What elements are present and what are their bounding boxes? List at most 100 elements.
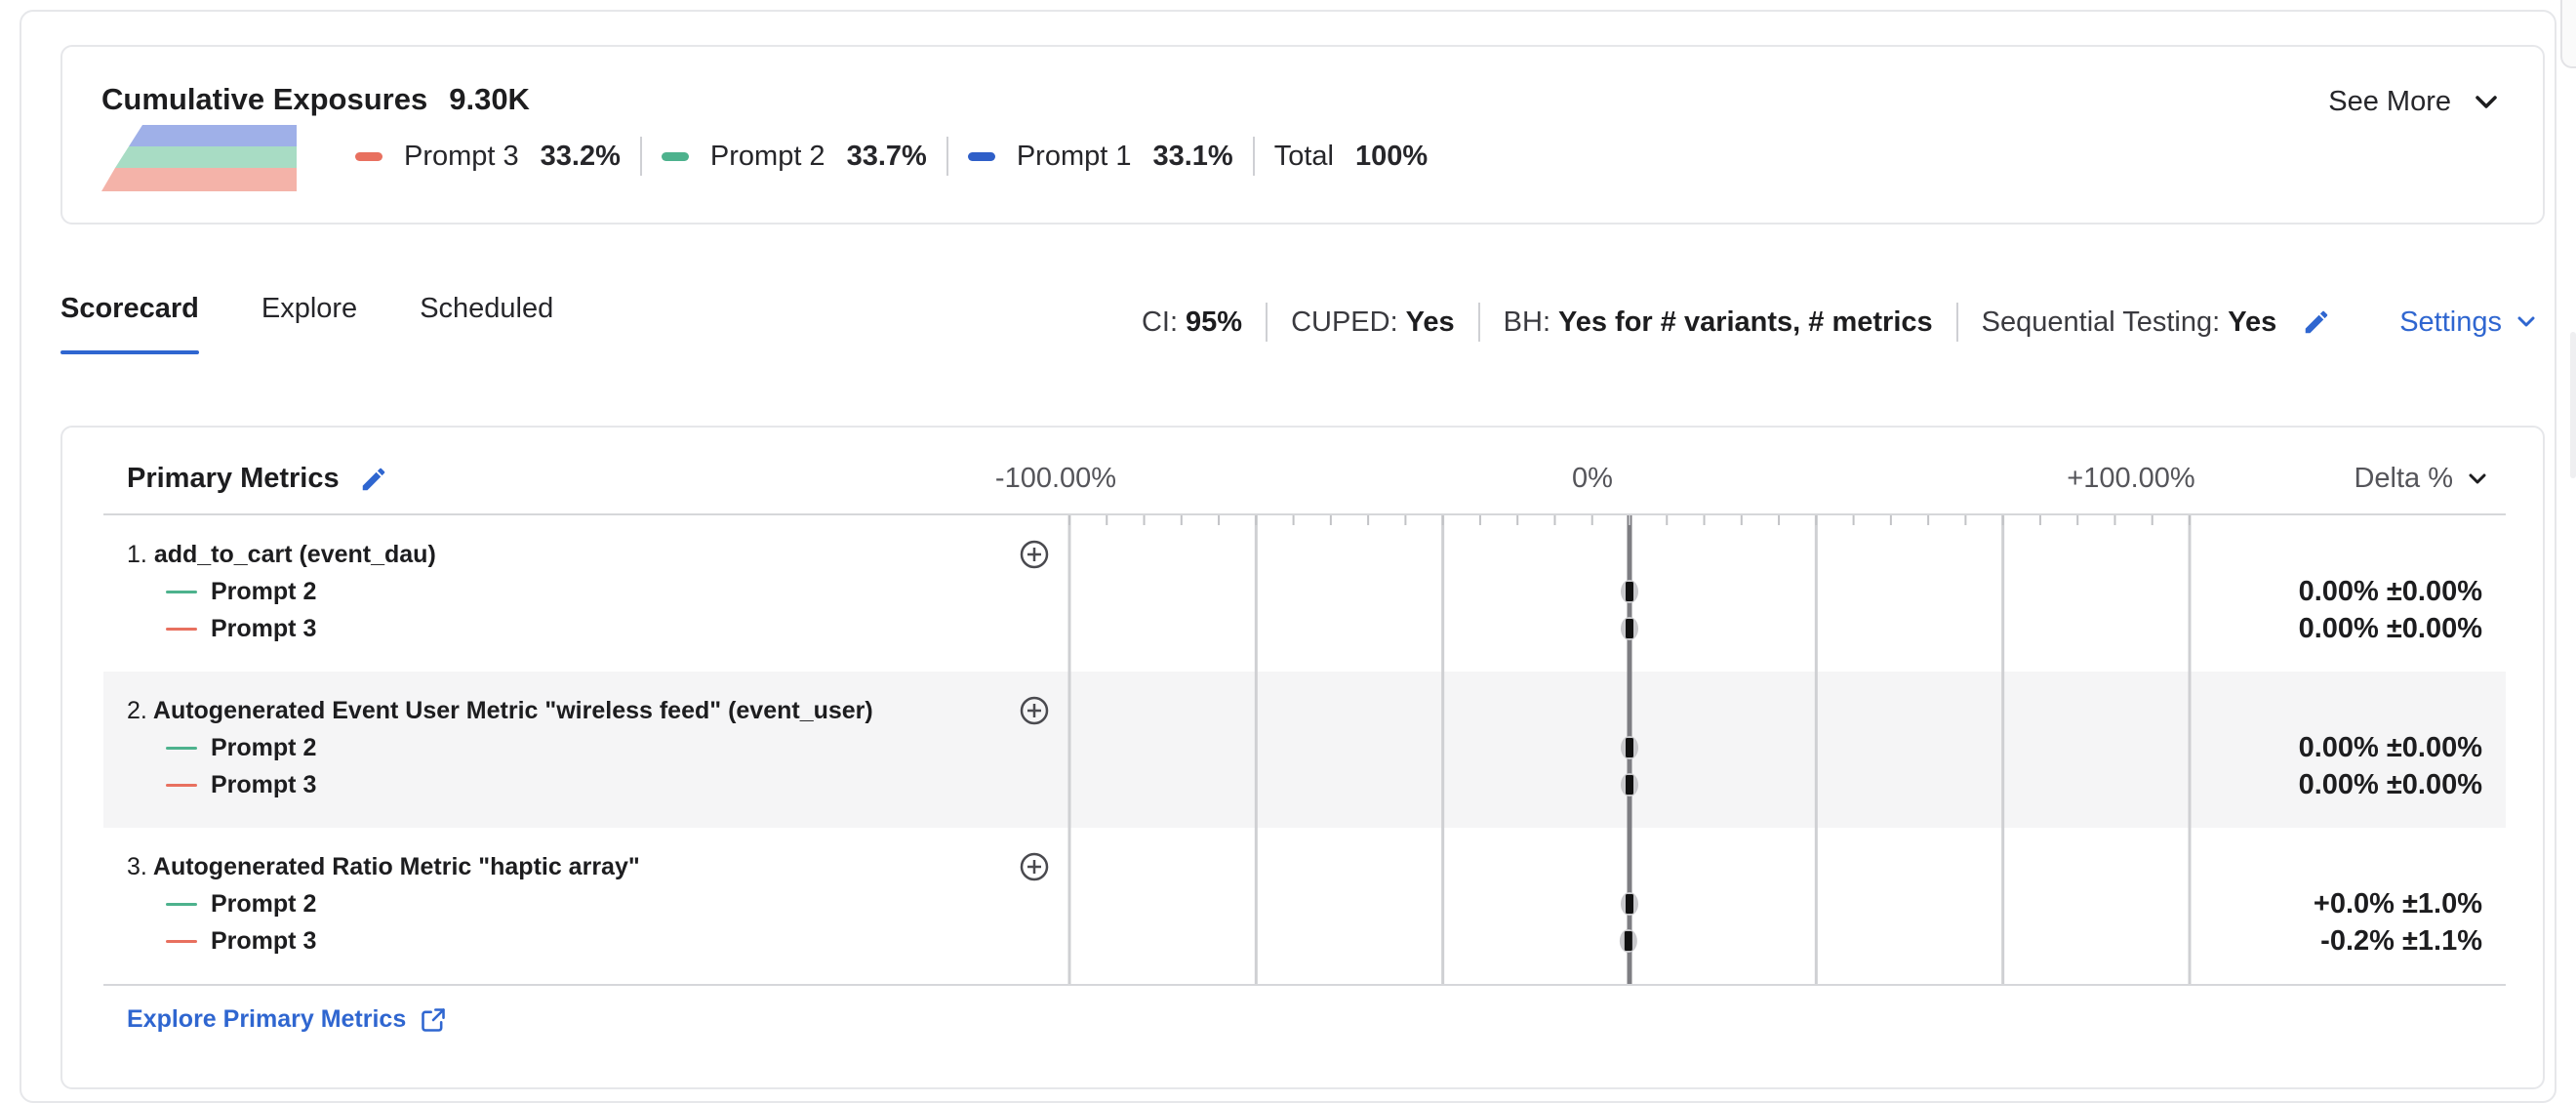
variant-color-line — [166, 784, 197, 787]
settings-dropdown[interactable]: Settings — [2399, 306, 2535, 339]
metric-number: 2. — [127, 697, 147, 724]
legend-value: 33.1% — [1152, 140, 1233, 172]
legend-value: 33.7% — [846, 140, 927, 172]
legend-item-prompt-2: Prompt 2 33.7% — [639, 137, 946, 176]
legend-label: Prompt 2 — [709, 140, 825, 172]
legend-item-total: Total 100% — [1252, 137, 1447, 176]
legend-swatch — [661, 151, 689, 161]
variant-label: Prompt 2 — [211, 890, 317, 918]
bh-setting: BH: Yes for # variants, # metrics — [1477, 303, 1956, 342]
metric-row: 1. add_to_cart (event_dau) Prompt 2 Prom… — [103, 515, 2506, 672]
metric-name-label: Autogenerated Ratio Metric "haptic array… — [152, 853, 640, 880]
variant-color-line — [166, 903, 197, 906]
axis-label-min: -100.00% — [994, 463, 1117, 494]
add-circle-icon[interactable] — [1019, 695, 1050, 726]
variant-prompt-2: Prompt 2 — [166, 734, 316, 762]
tab-scheduled[interactable]: Scheduled — [420, 293, 553, 348]
delta-header-label: Delta % — [2354, 463, 2453, 494]
metric-name-label: add_to_cart (event_dau) — [153, 541, 436, 568]
metric-row: 2. Autogenerated Event User Metric "wire… — [103, 672, 2506, 828]
results-tabs: Scorecard Explore Scheduled — [60, 293, 616, 354]
cuped-label: CUPED: — [1291, 306, 1398, 338]
delta-value: +0.0% ±1.0% — [2313, 888, 2482, 919]
metric-name[interactable]: 3. Autogenerated Ratio Metric "haptic ar… — [127, 853, 640, 881]
tab-explore[interactable]: Explore — [262, 293, 357, 348]
legend-value: 33.2% — [540, 140, 621, 172]
see-more-button[interactable]: See More — [2328, 86, 2498, 118]
area-prompt-1 — [129, 125, 297, 146]
delta-value: 0.00% ±0.00% — [2298, 769, 2482, 800]
area-prompt-3 — [101, 168, 297, 191]
variant-color-line — [166, 747, 197, 750]
cuped-setting: CUPED: Yes — [1266, 303, 1478, 342]
delta-value: 0.00% ±0.00% — [2298, 732, 2482, 763]
primary-metrics-label: Primary Metrics — [127, 463, 340, 494]
legend-value: 100% — [1354, 140, 1429, 172]
external-link-icon — [422, 1007, 446, 1032]
variant-label: Prompt 2 — [211, 578, 317, 605]
variant-label: Prompt 3 — [211, 771, 317, 798]
delta-column-dropdown[interactable]: Delta % — [2354, 463, 2486, 495]
variant-prompt-2: Prompt 2 — [166, 578, 316, 606]
ci-value: 95% — [1186, 306, 1243, 338]
variant-color-line — [166, 628, 197, 631]
metric-row: 3. Autogenerated Ratio Metric "haptic ar… — [103, 828, 2506, 984]
metrics-header: Primary Metrics -100.00% 0% +100.00% Del… — [62, 428, 2543, 515]
primary-metrics-title: Primary Metrics — [127, 463, 388, 495]
sequential-testing-setting: Sequential Testing: Yes — [1955, 303, 2355, 342]
legend-label: Prompt 3 — [404, 140, 519, 172]
legend-label: Total — [1273, 140, 1334, 172]
metric-number: 3. — [127, 853, 147, 880]
exposures-total: 9.30K — [449, 82, 530, 116]
variant-color-line — [166, 591, 197, 593]
legend-item-prompt-1: Prompt 1 33.1% — [946, 137, 1253, 176]
pencil-icon — [2305, 310, 2328, 334]
sequential-testing-value: Yes — [2228, 306, 2277, 338]
variant-label: Prompt 3 — [211, 615, 317, 642]
side-panel-edge — [2560, 0, 2576, 68]
delta-value: -0.2% ±1.1% — [2320, 925, 2482, 957]
pencil-icon[interactable] — [359, 465, 388, 494]
exposures-title: Cumulative Exposures — [101, 82, 428, 116]
legend-label: Prompt 1 — [1016, 140, 1132, 172]
variant-label: Prompt 3 — [211, 927, 317, 955]
metric-name[interactable]: 1. add_to_cart (event_dau) — [127, 541, 436, 569]
edit-settings-button[interactable] — [2302, 307, 2331, 337]
settings-label: Settings — [2399, 306, 2502, 338]
variant-prompt-3: Prompt 3 — [166, 771, 316, 799]
primary-metrics-card: Primary Metrics -100.00% 0% +100.00% Del… — [60, 426, 2545, 1089]
scrollbar[interactable] — [2570, 332, 2576, 478]
delta-value: 0.00% ±0.00% — [2298, 576, 2482, 607]
delta-value: 0.00% ±0.00% — [2298, 613, 2482, 644]
add-circle-icon[interactable] — [1019, 539, 1050, 570]
variant-color-line — [166, 940, 197, 943]
variant-label: Prompt 2 — [211, 734, 317, 761]
see-more-label: See More — [2328, 86, 2451, 117]
analysis-settings-bar: CI: 95% CUPED: Yes BH: Yes for # variant… — [1118, 303, 2535, 342]
metric-number: 1. — [127, 541, 147, 568]
chevron-down-icon — [2517, 316, 2535, 327]
exposures-card: Cumulative Exposures 9.30K Prompt 3 33.2… — [60, 45, 2545, 225]
explore-primary-metrics-link[interactable]: Explore Primary Metrics — [127, 1005, 447, 1034]
tab-scorecard[interactable]: Scorecard — [60, 293, 199, 354]
axis-label-max: +100.00% — [2067, 463, 2195, 494]
exposures-stacked-area-chart — [101, 125, 297, 191]
area-prompt-2 — [115, 146, 297, 168]
sequential-testing-label: Sequential Testing: — [1981, 306, 2221, 338]
variant-prompt-3: Prompt 3 — [166, 615, 316, 643]
bh-value: Yes for # variants, # metrics — [1558, 306, 1933, 338]
axis-label-zero: 0% — [1572, 463, 1613, 494]
legend-swatch — [355, 151, 382, 161]
metric-name[interactable]: 2. Autogenerated Event User Metric "wire… — [127, 697, 873, 725]
add-circle-icon[interactable] — [1019, 851, 1050, 882]
metric-name-label: Autogenerated Event User Metric "wireles… — [152, 697, 873, 724]
variant-prompt-3: Prompt 3 — [166, 927, 316, 956]
bh-label: BH: — [1503, 306, 1550, 338]
cuped-value: Yes — [1405, 306, 1455, 338]
legend-item-prompt-3: Prompt 3 33.2% — [336, 137, 640, 176]
table-bottom-divider — [103, 984, 2506, 986]
chevron-down-icon — [2469, 473, 2486, 483]
ci-setting: CI: 95% — [1118, 303, 1266, 342]
exposures-header: Cumulative Exposures 9.30K — [101, 82, 530, 117]
variant-prompt-2: Prompt 2 — [166, 890, 316, 919]
